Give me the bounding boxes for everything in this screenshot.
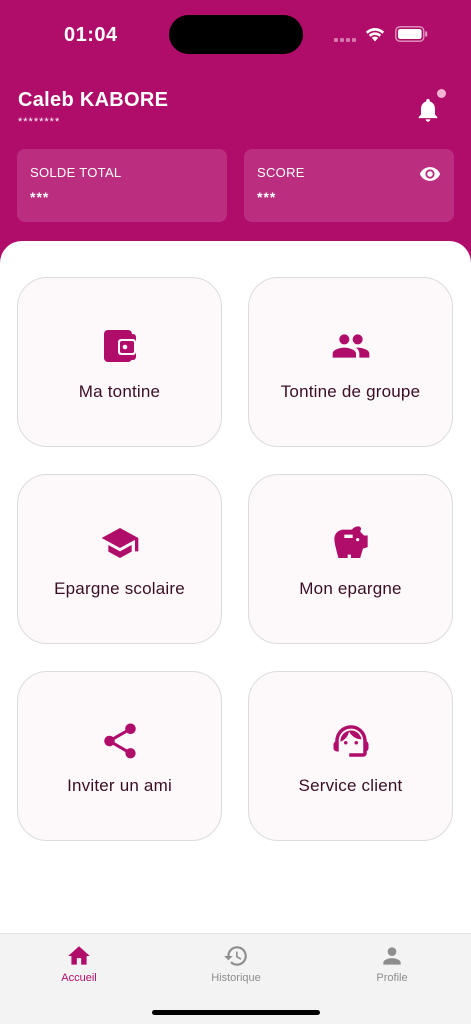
nav-item-profile[interactable]: Profile <box>332 934 452 994</box>
tile-epargne-scolaire[interactable]: Epargne scolaire <box>17 474 222 644</box>
dynamic-island <box>169 15 303 54</box>
content-panel: Ma tontine Tontine de groupe Epargne sco… <box>0 241 471 933</box>
balance-card[interactable]: SOLDE TOTAL *** <box>17 149 227 222</box>
balance-value: *** <box>30 189 50 205</box>
tile-label: Inviter un ami <box>67 776 172 795</box>
tile-label: Ma tontine <box>78 382 161 401</box>
wifi-icon <box>365 27 385 42</box>
piggy-bank-icon <box>333 526 368 558</box>
cellular-signal-icon <box>334 38 358 42</box>
home-icon <box>68 946 90 965</box>
score-value: *** <box>257 189 277 205</box>
wallet-icon <box>103 330 136 362</box>
support-agent-icon <box>333 725 368 757</box>
tile-label: Mon epargne <box>299 579 402 598</box>
notification-dot <box>437 89 446 98</box>
tile-label: Service client <box>298 776 403 795</box>
user-name: Caleb KABORE <box>18 89 169 111</box>
tile-mon-epargne[interactable]: Mon epargne <box>248 474 453 644</box>
nav-item-historique[interactable]: Historique <box>176 934 296 994</box>
header: 01:04 Caleb KABORE ******** SOLDE TOTAL … <box>0 0 471 275</box>
nav-label: Profile <box>376 972 408 984</box>
history-icon <box>224 946 247 966</box>
nav-label: Accueil <box>61 972 97 984</box>
share-icon <box>103 723 136 759</box>
status-time: 01:04 <box>64 24 118 46</box>
tile-inviter-un-ami[interactable]: Inviter un ami <box>17 671 222 841</box>
nav-item-accueil[interactable]: Accueil <box>19 934 139 994</box>
tile-service-client[interactable]: Service client <box>248 671 453 841</box>
tile-tontine-de-groupe[interactable]: Tontine de groupe <box>248 277 453 447</box>
eye-icon[interactable] <box>419 163 441 185</box>
tile-label: Tontine de groupe <box>280 382 421 401</box>
balance-label: SOLDE TOTAL <box>30 165 122 180</box>
battery-icon <box>395 26 428 42</box>
status-bar: 01:04 <box>0 0 471 70</box>
user-masked-id: ******** <box>18 116 61 128</box>
home-indicator[interactable] <box>152 1010 320 1015</box>
bell-icon[interactable] <box>414 95 442 125</box>
nav-label: Historique <box>211 972 261 984</box>
score-label: SCORE <box>257 165 305 180</box>
tile-label: Epargne scolaire <box>54 579 185 598</box>
score-card[interactable]: SCORE *** <box>244 149 454 222</box>
group-icon <box>332 334 369 358</box>
tile-ma-tontine[interactable]: Ma tontine <box>17 277 222 447</box>
graduation-cap-icon <box>101 528 138 558</box>
person-icon <box>383 947 401 965</box>
